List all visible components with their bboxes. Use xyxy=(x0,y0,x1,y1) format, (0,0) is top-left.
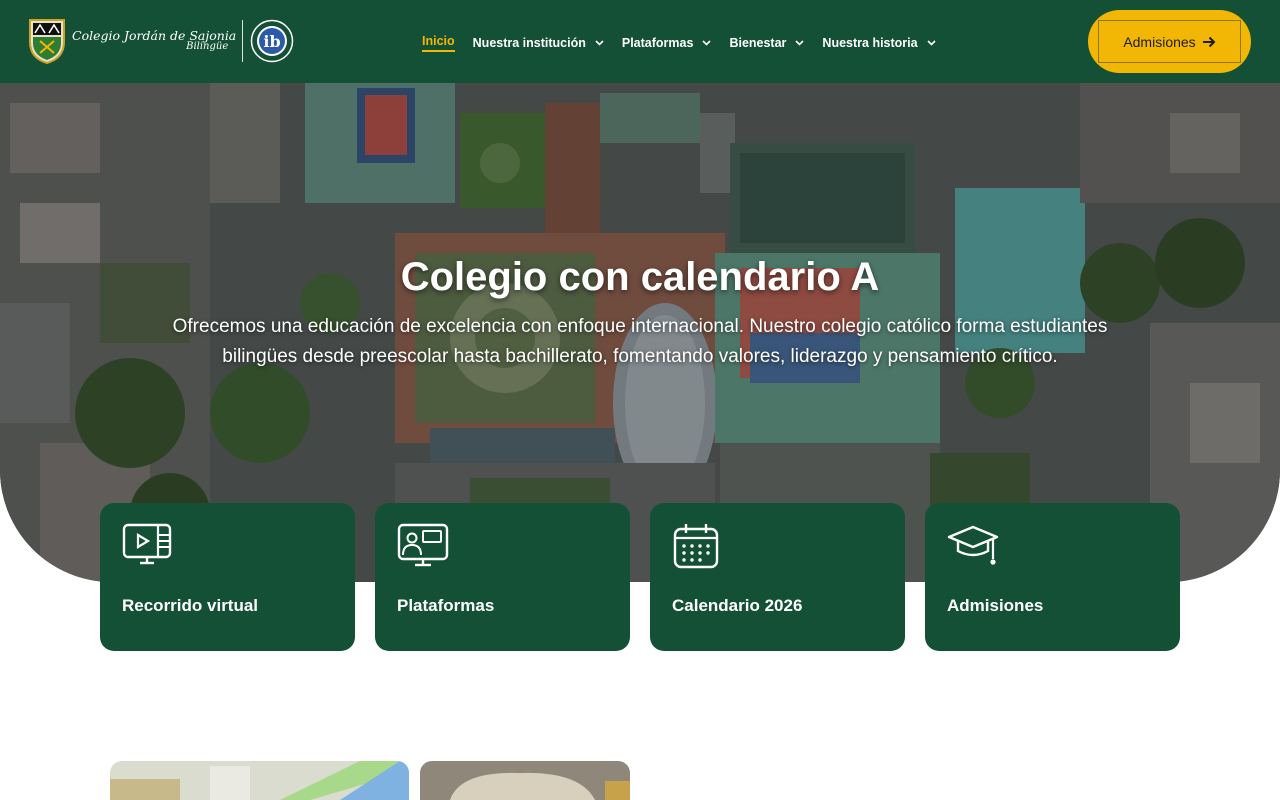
card-label: Recorrido virtual xyxy=(122,596,259,615)
hero-title: Colegio con calendario A xyxy=(400,255,880,299)
nav-item-label: Bienestar xyxy=(729,36,787,50)
svg-text:ib: ib xyxy=(264,32,281,51)
admisiones-cta-button[interactable]: Admisiones xyxy=(1088,10,1251,73)
card-label: Calendario 2026 xyxy=(672,596,803,615)
classroom-photo xyxy=(110,761,409,800)
nav-item-plataformas[interactable]: Plataformas xyxy=(622,36,712,50)
logo-wordmark: Colegio Jordán de Sajonia Bilingüe xyxy=(72,29,236,53)
hero-subtitle: Ofrecemos una educación de excelencia co… xyxy=(172,316,1108,367)
admisiones-cta-inner: Admisiones xyxy=(1098,20,1241,63)
nav-item-label: Inicio xyxy=(422,34,455,52)
card-label: Admisiones xyxy=(947,596,1044,615)
presentation-monitor-icon xyxy=(397,523,449,567)
card-recorrido-virtual[interactable]: Recorrido virtual xyxy=(100,503,355,651)
quick-links: Recorrido virtual Plataformas Calendario… xyxy=(100,503,1200,651)
logo-bilingual: Bilingüe xyxy=(186,41,229,53)
school-logo[interactable]: Colegio Jordán de Sajonia Bilingüe ib xyxy=(28,17,294,65)
card-plataformas[interactable]: Plataformas xyxy=(375,503,630,651)
logo-divider xyxy=(242,20,244,62)
card-label: Plataformas xyxy=(397,596,495,615)
chevron-down-icon xyxy=(795,40,804,46)
main-nav: Inicio Nuestra institución Plataformas B… xyxy=(422,34,954,52)
chevron-down-icon xyxy=(927,40,936,46)
gallery-photo-2[interactable] xyxy=(420,761,630,800)
site-header: Colegio Jordán de Sajonia Bilingüe ib In… xyxy=(0,0,1280,83)
nav-item-nuestra-institucion[interactable]: Nuestra institución xyxy=(473,36,604,50)
card-calendario-2026[interactable]: Calendario 2026 xyxy=(650,503,905,651)
chevron-down-icon xyxy=(595,40,604,46)
arrow-right-icon xyxy=(1202,36,1216,47)
graduation-cap-icon xyxy=(947,525,999,565)
calendar-icon xyxy=(673,524,719,569)
nav-item-label: Plataformas xyxy=(621,36,694,50)
card-admisiones[interactable]: Admisiones xyxy=(925,503,1180,651)
gallery-photo-1[interactable] xyxy=(110,761,409,800)
admisiones-cta-label: Admisiones xyxy=(1123,33,1196,50)
nav-item-label: Nuestra institución xyxy=(472,36,586,50)
nav-item-label: Nuestra historia xyxy=(822,36,918,50)
school-crest-icon xyxy=(29,19,65,64)
nav-item-bienestar[interactable]: Bienestar xyxy=(729,36,804,50)
nav-item-nuestra-historia[interactable]: Nuestra historia xyxy=(822,36,936,50)
video-monitor-icon xyxy=(122,523,172,565)
object-photo xyxy=(420,761,630,800)
chevron-down-icon xyxy=(702,40,712,46)
nav-item-inicio[interactable]: Inicio xyxy=(422,34,455,52)
ib-world-school-icon: ib xyxy=(251,19,294,63)
